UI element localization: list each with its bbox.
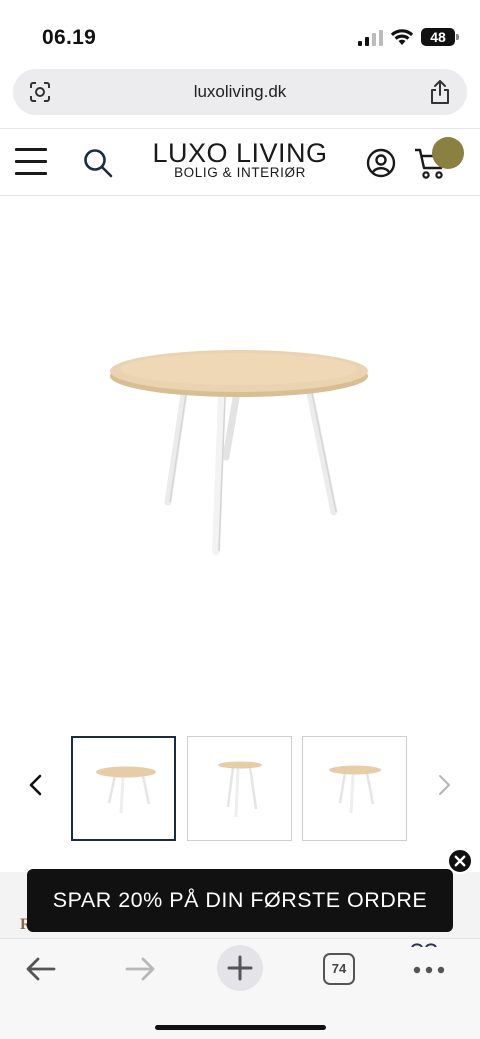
site-header: LUXO LIVING BOLIG & INTERIØR — [0, 128, 480, 196]
table-illustration — [110, 350, 368, 555]
menu-icon[interactable] — [15, 148, 47, 176]
new-tab-button[interactable] — [217, 945, 263, 991]
cart-badge[interactable] — [432, 137, 464, 169]
promo-banner[interactable]: SPAR 20% PÅ DIN FØRSTE ORDRE — [27, 869, 453, 932]
signal-icon — [358, 30, 383, 46]
logo-main-text: LUXO LIVING — [152, 138, 328, 168]
wifi-icon — [390, 29, 414, 45]
thumbnail-1-image — [96, 766, 156, 814]
search-icon[interactable] — [82, 147, 114, 179]
close-icon[interactable] — [447, 848, 473, 874]
more-icon[interactable] — [412, 965, 446, 975]
thumbnail-3[interactable] — [302, 736, 407, 841]
thumbnail-3-image — [329, 765, 381, 814]
chevron-left-icon[interactable] — [26, 770, 46, 800]
account-icon[interactable] — [366, 148, 396, 178]
status-time: 06.19 — [42, 26, 97, 49]
browser-toolbar: 74 — [0, 938, 480, 1039]
address-bar[interactable]: luxoliving.dk — [13, 69, 467, 115]
status-bar: 06.19 48 — [0, 0, 480, 66]
share-icon[interactable] — [429, 79, 451, 105]
thumbnail-2[interactable] — [187, 736, 292, 841]
thumbnail-1[interactable] — [71, 736, 176, 841]
partial-icon — [411, 943, 437, 947]
chevron-right-icon[interactable] — [434, 770, 454, 800]
logo-sub-text: BOLIG & INTERIØR — [174, 165, 306, 180]
forward-icon[interactable] — [123, 955, 157, 983]
thumbnail-2-image — [218, 761, 262, 818]
back-icon[interactable] — [24, 955, 58, 983]
url-text[interactable]: luxoliving.dk — [13, 82, 467, 102]
tabs-button[interactable]: 74 — [323, 953, 355, 985]
product-image[interactable] — [0, 197, 480, 727]
site-logo[interactable]: LUXO LIVING BOLIG & INTERIØR — [148, 139, 332, 180]
home-indicator — [155, 1025, 326, 1030]
battery-icon: 48 — [421, 28, 459, 46]
plus-icon — [227, 955, 253, 981]
thumbnail-carousel — [0, 736, 480, 842]
